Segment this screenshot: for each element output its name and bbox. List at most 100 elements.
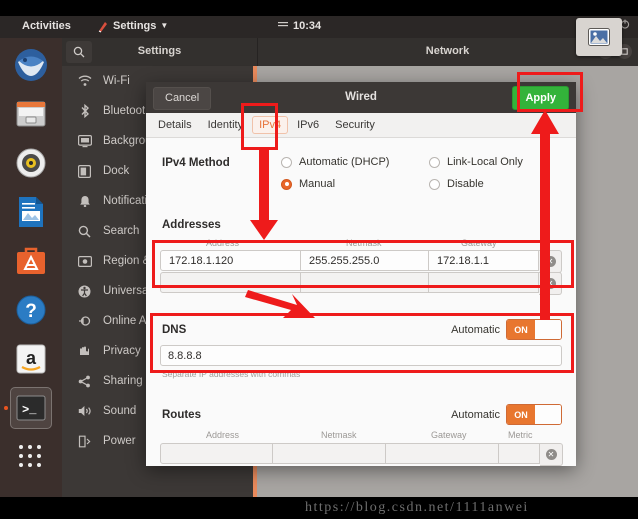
dock-item-help[interactable]: ? xyxy=(10,289,52,331)
grid-dot xyxy=(28,454,32,458)
sidebar-item-label: Dock xyxy=(103,165,130,177)
grid-dot xyxy=(37,445,41,449)
radio-manual[interactable]: Manual xyxy=(281,178,335,190)
annotation-box-ipv4-tab xyxy=(241,103,278,150)
grid-dot xyxy=(28,445,32,449)
tab-details[interactable]: Details xyxy=(151,116,199,134)
dock-item-ubuntu-software[interactable] xyxy=(10,240,52,282)
radio-label: Link-Local Only xyxy=(447,156,523,168)
settings-app-icon xyxy=(97,21,109,33)
sidebar-item-label: Sound xyxy=(103,405,137,417)
route-netmask-input-1[interactable] xyxy=(273,443,386,464)
grid-dot xyxy=(19,454,23,458)
remove-icon[interactable]: ✕ xyxy=(540,443,563,466)
launcher-dock: ? a >_ xyxy=(0,38,62,497)
dock-items: ? a >_ xyxy=(0,38,62,472)
screen: Activities Settings ▼ 10:34 ? a >_ Setti… xyxy=(0,0,638,519)
sidebar-item-label: Search xyxy=(103,225,140,237)
region-icon xyxy=(77,254,92,269)
grid-dot xyxy=(28,463,32,467)
dock-item-files[interactable] xyxy=(10,93,52,135)
dialog-header: Cancel Wired Apply xyxy=(146,82,576,113)
show-applications-button[interactable] xyxy=(10,442,52,472)
search-icon xyxy=(77,224,92,239)
grid-dot xyxy=(37,463,41,467)
settings-title: Settings xyxy=(137,45,182,57)
screenshot-preview-popup[interactable] xyxy=(576,18,622,56)
chevron-down-icon: ▼ xyxy=(160,20,169,30)
remove-glyph: ✕ xyxy=(545,449,557,460)
routes-col-metric: Metric xyxy=(508,430,533,440)
routes-automatic-toggle-group: Automatic ON xyxy=(451,404,562,425)
radio-automatic-dhcp[interactable]: Automatic (DHCP) xyxy=(281,156,389,168)
routes-title: Routes xyxy=(162,409,201,421)
radio-label: Manual xyxy=(299,178,336,190)
addresses-title: Addresses xyxy=(162,219,221,231)
gnome-top-bar: Activities Settings ▼ 10:34 xyxy=(0,16,638,38)
dock-item-libreoffice-writer[interactable] xyxy=(10,191,52,233)
routes-col-address: Address xyxy=(206,430,240,440)
routes-automatic-label: Automatic xyxy=(451,408,500,421)
dock-icon xyxy=(77,164,92,179)
routes-automatic-toggle[interactable]: ON xyxy=(506,404,562,425)
arrow-to-addresses xyxy=(250,148,278,240)
privacy-icon xyxy=(77,344,92,359)
radio-disable[interactable]: Disable xyxy=(429,178,484,190)
svg-text:a: a xyxy=(26,348,37,368)
toggle-state-label: ON xyxy=(507,405,535,424)
arrow-to-apply xyxy=(531,110,559,320)
svg-text:>_: >_ xyxy=(22,403,37,417)
wifi-icon xyxy=(77,74,92,89)
background-icon xyxy=(77,134,92,149)
clock-label: 10:34 xyxy=(293,20,322,32)
dock-item-rhythmbox[interactable] xyxy=(10,142,52,184)
svg-text:?: ? xyxy=(25,301,37,322)
sound-icon xyxy=(77,404,92,419)
app-menu[interactable]: Settings ▼ xyxy=(97,20,169,33)
dock-item-thunderbird[interactable] xyxy=(10,44,52,86)
bluetooth-icon xyxy=(77,104,92,119)
clock-area[interactable]: 10:34 xyxy=(278,20,321,32)
dialog-tabs: Details Identity IPv4 IPv6 Security xyxy=(146,113,576,138)
watermark-text: https://blog.csdn.net/1111anwei xyxy=(305,500,529,515)
settings-header-bar: Settings Network xyxy=(62,38,638,66)
ipv4-panel: IPv4 Method Automatic (DHCP) Manual Link… xyxy=(146,138,576,466)
activities-button[interactable]: Activities xyxy=(22,20,71,32)
tab-security[interactable]: Security xyxy=(328,116,382,134)
routes-col-gateway: Gateway xyxy=(431,430,467,440)
radio-label: Disable xyxy=(447,178,484,190)
routes-row-1: ✕ xyxy=(160,443,563,466)
bell-icon xyxy=(77,194,92,209)
app-menu-label: Settings xyxy=(113,20,157,32)
power-icon xyxy=(77,434,92,449)
route-address-input-1[interactable] xyxy=(160,443,273,464)
toggle-knob xyxy=(535,405,561,424)
sidebar-item-label: Wi-Fi xyxy=(103,75,130,87)
annotation-box-dns xyxy=(150,313,574,373)
image-preview-icon xyxy=(588,28,610,46)
routes-col-netmask: Netmask xyxy=(321,430,357,440)
annotation-box-addresses xyxy=(152,240,574,288)
radio-label: Automatic (DHCP) xyxy=(299,156,390,168)
route-metric-input-1[interactable] xyxy=(499,443,540,464)
radio-dot xyxy=(429,156,440,168)
grid-dot xyxy=(37,454,41,458)
screen-top-black-strip xyxy=(0,0,638,16)
sidebar-item-label: Power xyxy=(103,435,136,447)
online-accounts-icon xyxy=(77,314,92,329)
sidebar-item-label: Bluetooth xyxy=(103,105,152,117)
grid-dot xyxy=(19,463,23,467)
menu-lines-icon xyxy=(278,20,288,32)
dock-item-amazon[interactable]: a xyxy=(10,338,52,380)
tab-ipv6[interactable]: IPv6 xyxy=(290,116,326,134)
arrow-to-dns xyxy=(245,290,315,318)
accessibility-icon xyxy=(77,284,92,299)
radio-dot xyxy=(429,178,440,190)
grid-dot xyxy=(19,445,23,449)
radio-link-local-only[interactable]: Link-Local Only xyxy=(429,156,523,168)
sharing-icon xyxy=(77,374,92,389)
dock-item-terminal[interactable]: >_ xyxy=(4,387,52,429)
route-gateway-input-1[interactable] xyxy=(386,443,499,464)
ipv4-method-label: IPv4 Method xyxy=(162,157,230,169)
sidebar-item-label: Sharing xyxy=(103,375,143,387)
